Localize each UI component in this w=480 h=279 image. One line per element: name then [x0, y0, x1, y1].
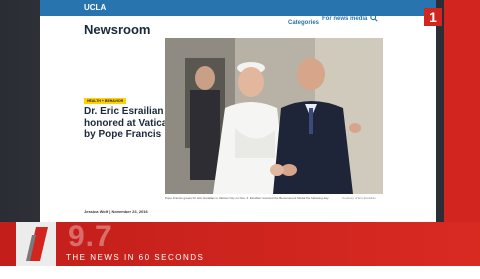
lower-third-bottom-strip — [0, 266, 480, 279]
newsroom-title[interactable]: Newsroom — [84, 22, 150, 37]
ticker-tagline: THE NEWS IN 60 SECONDS — [66, 253, 205, 262]
article-byline: Jessica Wolf | November 23, 2016 — [84, 209, 148, 214]
news-logo-icon — [26, 227, 50, 261]
photo-credit: Courtesy of Eric Esrailian — [342, 196, 376, 200]
nav-categories[interactable]: Categories — [288, 20, 319, 26]
article-headline: Dr. Eric Esrailian honored at Vatican by… — [84, 106, 174, 140]
channel-logo: 1 — [424, 8, 442, 26]
ucla-brand[interactable]: UCLA — [84, 3, 106, 12]
nav-news-media[interactable]: For news media — [322, 16, 367, 22]
ticker-big-number: 9.7 — [68, 220, 113, 253]
category-tag[interactable]: HEALTH + BEHAVIOR — [84, 98, 127, 104]
search-icon[interactable] — [370, 14, 378, 24]
article-photo — [165, 38, 383, 194]
